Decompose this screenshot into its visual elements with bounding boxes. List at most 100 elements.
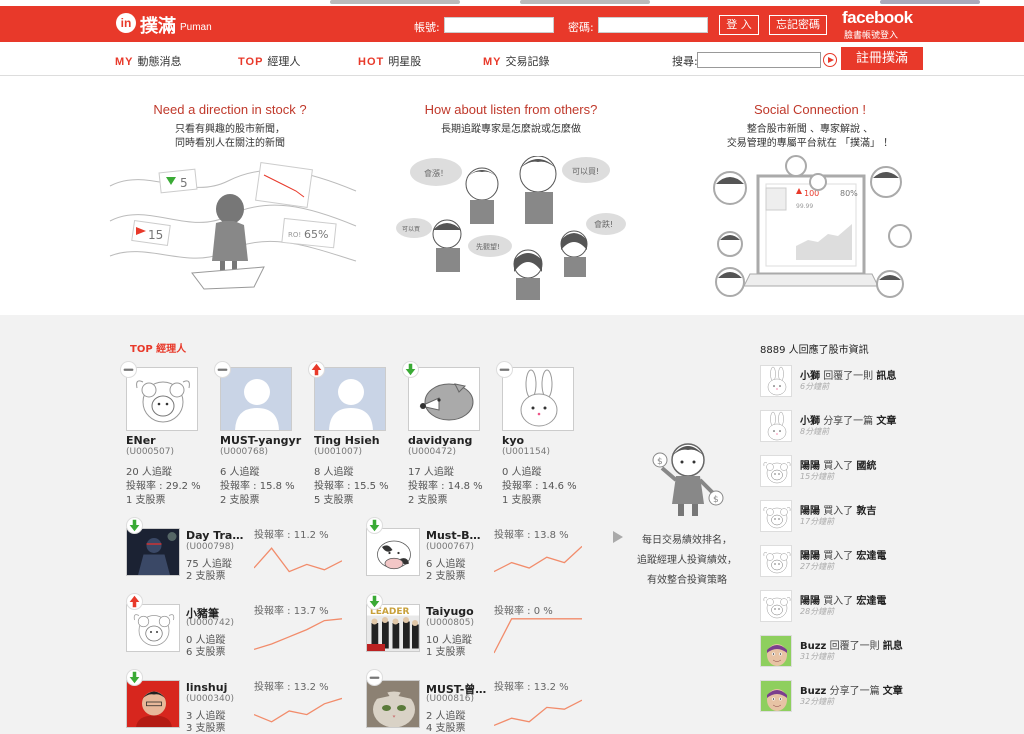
feed-avatar[interactable] bbox=[760, 500, 792, 532]
feed-avatar[interactable] bbox=[760, 680, 792, 712]
feed-item[interactable]: 小獅 分享了一篇 文章 8分鐘前 bbox=[760, 410, 960, 446]
manager-name[interactable]: davidyang bbox=[408, 434, 472, 447]
search-go-icon[interactable] bbox=[823, 53, 837, 67]
nav-label: 動態消息 bbox=[137, 55, 182, 68]
manager-name[interactable]: ENer bbox=[126, 434, 156, 447]
feed-target[interactable]: 宏達電 bbox=[856, 551, 886, 562]
nav-prefix: HOT bbox=[358, 56, 385, 68]
feed-time: 27分鐘前 bbox=[800, 562, 835, 571]
feed-item[interactable]: 陽陽 買入了 宏達電 28分鐘前 bbox=[760, 590, 960, 626]
mascot-boy-icon: $ $ bbox=[652, 443, 724, 516]
trend-flat-icon bbox=[496, 361, 513, 378]
feed-avatar[interactable] bbox=[760, 590, 792, 622]
blurred-text bbox=[880, 0, 980, 4]
manager-name[interactable]: Ting Hsieh bbox=[314, 434, 380, 447]
feed-target[interactable]: 訊息 bbox=[876, 371, 896, 382]
facebook-login-label[interactable]: 臉書帳號登入 bbox=[844, 28, 898, 41]
search-input[interactable] bbox=[697, 52, 821, 68]
facebook-login-logo[interactable]: facebook bbox=[842, 8, 913, 28]
manager-avatar[interactable] bbox=[314, 367, 386, 431]
manager-avatar[interactable] bbox=[126, 680, 180, 728]
main-nav: MY 動態消息 TOP 經理人 HOT 明星股 MY 交易記錄 搜尋: 註冊撲滿 bbox=[0, 42, 1024, 76]
feed-item[interactable]: 陽陽 買入了 敦吉 17分鐘前 bbox=[760, 500, 960, 536]
manager-row[interactable]: Day Trade… (U000798) 75 人追蹤 2 支股票 投報率 : … bbox=[126, 517, 346, 582]
manager-followers: 0 人追蹤 bbox=[502, 467, 542, 478]
nav-prefix: MY bbox=[483, 56, 502, 68]
feed-item[interactable]: 小獅 回覆了一則 訊息 6分鐘前 bbox=[760, 365, 960, 401]
feed-action: 分享了一篇 bbox=[823, 416, 874, 427]
play-arrow-icon[interactable] bbox=[612, 530, 624, 544]
bubble-text-2: 可以買! bbox=[572, 167, 599, 176]
manager-avatar[interactable] bbox=[126, 528, 180, 576]
register-button[interactable]: 註冊撲滿 bbox=[841, 47, 923, 70]
feed-avatar[interactable] bbox=[760, 635, 792, 667]
sparkline-line bbox=[494, 699, 582, 727]
feed-item[interactable]: Buzz 回覆了一則 訊息 31分鐘前 bbox=[760, 635, 960, 671]
manager-id: (U001007) bbox=[314, 447, 362, 457]
feed-target[interactable]: 訊息 bbox=[883, 641, 903, 652]
manager-row[interactable]: 小豬筆 (U000742) 0 人追蹤 6 支股票 投報率 : 13.7 % bbox=[126, 593, 346, 658]
manager-avatar[interactable] bbox=[126, 604, 180, 652]
nav-my-trades[interactable]: MY 交易記錄 bbox=[483, 53, 550, 69]
feed-target[interactable]: 文章 bbox=[883, 686, 903, 697]
manager-name[interactable]: Taiyugo bbox=[426, 605, 488, 618]
feed-item[interactable]: 陽陽 買入了 國統 15分鐘前 bbox=[760, 455, 960, 491]
feed-time: 15分鐘前 bbox=[800, 472, 835, 481]
manager-avatar[interactable] bbox=[366, 528, 420, 576]
feed-avatar[interactable] bbox=[760, 455, 792, 487]
manager-card[interactable]: kyo (U001154) 0 人追蹤 投報率 : 14.6 % 1 支股票 bbox=[496, 361, 602, 507]
forgot-password-button[interactable]: 忘記密碼 bbox=[769, 15, 827, 35]
manager-avatar[interactable] bbox=[502, 367, 574, 431]
sparkline-line bbox=[494, 545, 582, 573]
account-input[interactable] bbox=[444, 17, 554, 33]
manager-avatar[interactable]: LEADER bbox=[366, 604, 420, 652]
trend-flat-icon bbox=[120, 361, 137, 378]
nav-hot-stocks[interactable]: HOT 明星股 bbox=[358, 53, 421, 69]
manager-card[interactable]: Ting Hsieh (U001007) 8 人追蹤 投報率 : 15.5 % … bbox=[308, 361, 414, 507]
manager-name[interactable]: MUST-yangyr bbox=[220, 434, 301, 447]
manager-avatar[interactable] bbox=[126, 367, 198, 431]
trend-down-icon bbox=[126, 669, 143, 686]
feed-avatar[interactable] bbox=[760, 545, 792, 577]
manager-name[interactable]: kyo bbox=[502, 434, 524, 447]
feed-target[interactable]: 國統 bbox=[856, 461, 876, 472]
roi-sparkline bbox=[494, 699, 582, 727]
pct-prefix-text: RO! bbox=[288, 231, 301, 239]
sparkline-line bbox=[254, 618, 342, 651]
feed-avatar[interactable] bbox=[760, 365, 792, 397]
nav-my-feed[interactable]: MY 動態消息 bbox=[115, 53, 182, 69]
manager-card[interactable]: davidyang (U000472) 17 人追蹤 投報率 : 14.8 % … bbox=[402, 361, 508, 507]
logo-text[interactable]: 撲滿 bbox=[140, 12, 176, 38]
trend-flat-icon bbox=[366, 669, 383, 686]
roi-sparkline bbox=[254, 547, 342, 573]
feed-target[interactable]: 宏達電 bbox=[856, 596, 886, 607]
manager-avatar[interactable] bbox=[220, 367, 292, 431]
manager-row[interactable]: MUST-曾… (U000816) 2 人追蹤 4 支股票 投報率 : 13.2… bbox=[366, 669, 586, 734]
feed-target[interactable]: 敦吉 bbox=[856, 506, 876, 517]
login-button[interactable]: 登 入 bbox=[719, 15, 759, 35]
trend-down-icon bbox=[402, 361, 419, 378]
manager-name[interactable]: Must-B981… bbox=[426, 529, 488, 542]
manager-row[interactable]: LEADER Taiyugo (U000805) 10 人追蹤 1 支股票 投報… bbox=[366, 593, 586, 658]
logo-mark[interactable]: in bbox=[116, 13, 136, 33]
manager-name[interactable]: Day Trade… bbox=[186, 529, 248, 542]
roi-sparkline bbox=[254, 697, 342, 723]
manager-avatar[interactable] bbox=[408, 367, 480, 431]
feed-avatar[interactable] bbox=[760, 410, 792, 442]
trend-down-icon bbox=[366, 593, 383, 610]
manager-card[interactable]: ENer (U000507) 20 人追蹤 投報率 : 29.2 % 1 支股票 bbox=[120, 361, 226, 507]
feed-item[interactable]: Buzz 分享了一篇 文章 32分鐘前 bbox=[760, 680, 960, 716]
manager-avatar[interactable] bbox=[366, 680, 420, 728]
manager-row[interactable]: Must-B981… (U000767) 6 人追蹤 2 支股票 投報率 : 1… bbox=[366, 517, 586, 582]
manager-name[interactable]: linshuj bbox=[186, 681, 248, 694]
manager-card[interactable]: MUST-yangyr (U000768) 6 人追蹤 投報率 : 15.8 %… bbox=[214, 361, 320, 507]
nav-top-managers[interactable]: TOP 經理人 bbox=[238, 53, 300, 69]
feed-item[interactable]: 陽陽 買入了 宏達電 27分鐘前 bbox=[760, 545, 960, 581]
password-input[interactable] bbox=[598, 17, 708, 33]
feed-target[interactable]: 文章 bbox=[876, 416, 896, 427]
feed-time: 17分鐘前 bbox=[800, 517, 835, 526]
illus-pct-text: 80% bbox=[840, 189, 858, 198]
manager-row[interactable]: linshuj (U000340) 3 人追蹤 3 支股票 投報率 : 13.2… bbox=[126, 669, 346, 734]
social-connection-illustration: 100 80% 99.99 bbox=[713, 155, 912, 298]
flag-b-text: 15 bbox=[148, 228, 163, 242]
